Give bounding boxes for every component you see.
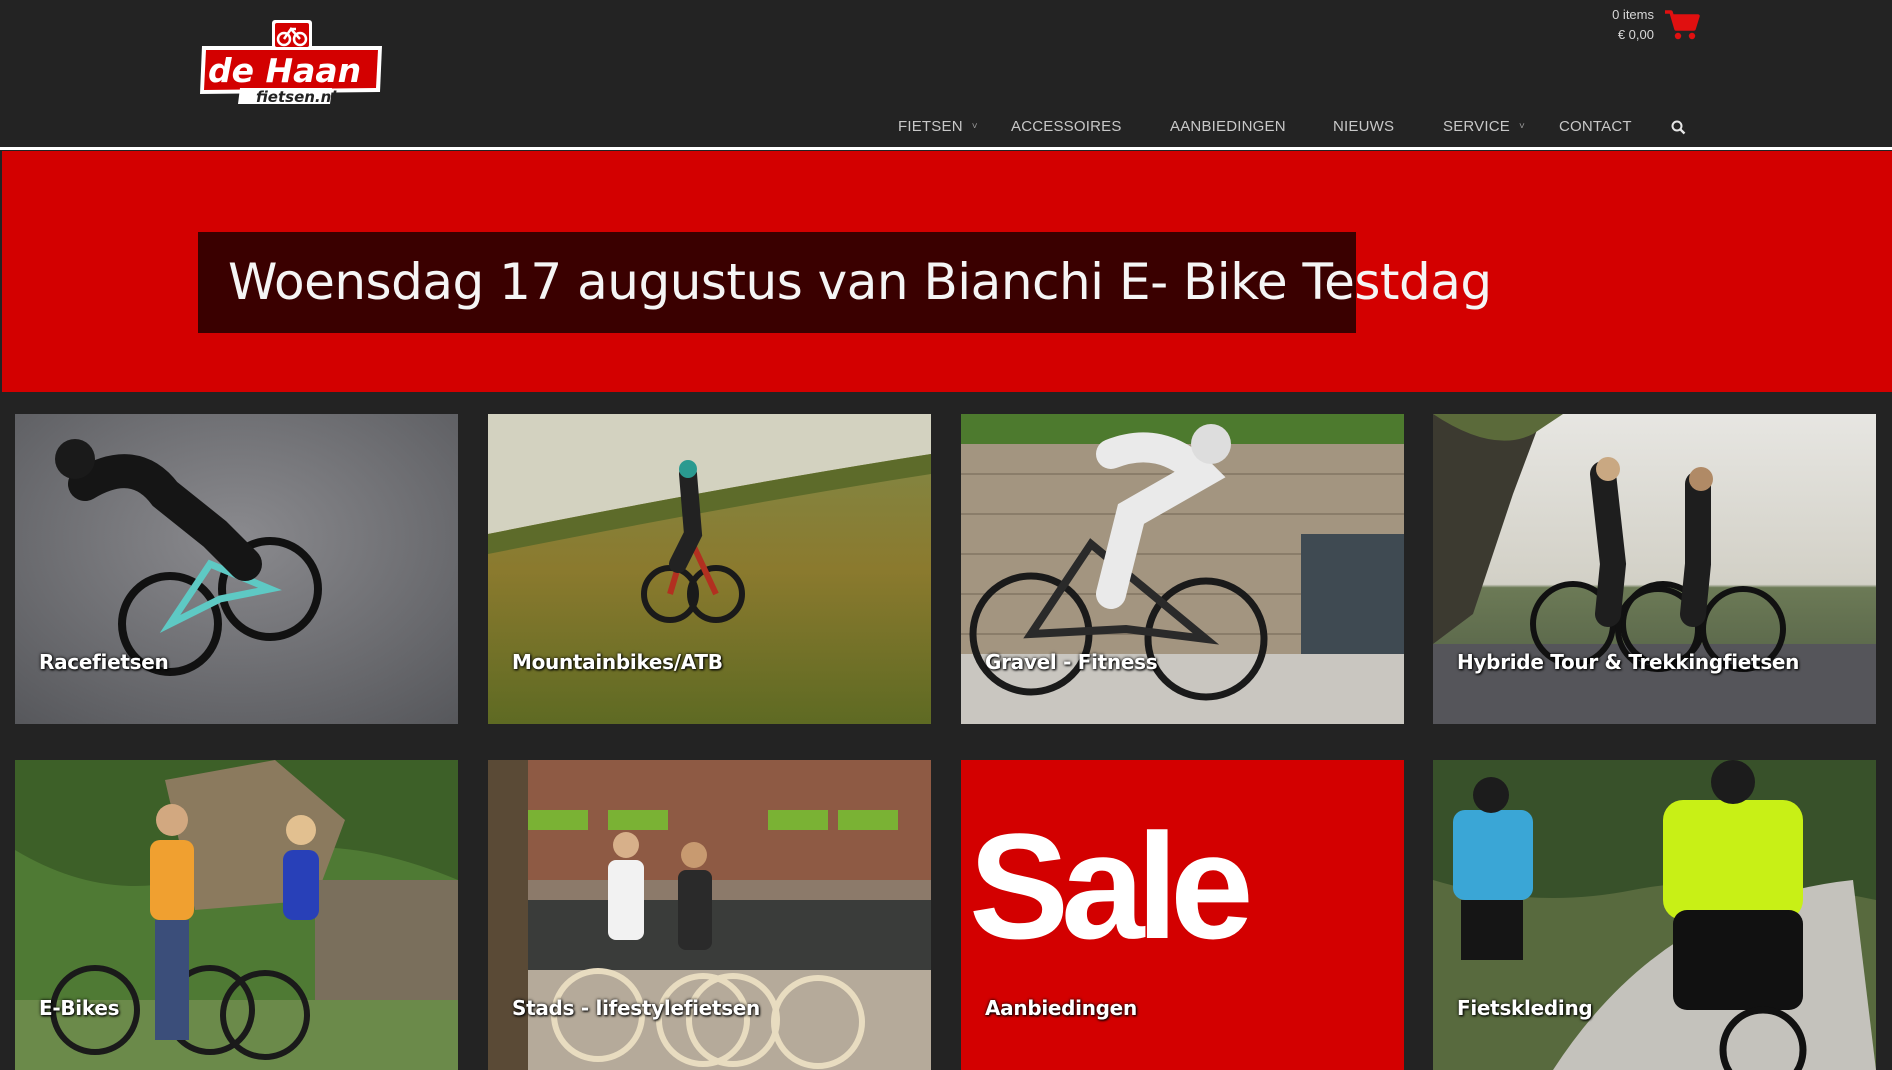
site-logo[interactable]: fietsen.nl de Haan: [196, 20, 386, 106]
nav-aanbiedingen[interactable]: AANBIEDINGEN: [1170, 118, 1286, 135]
hero-title-box[interactable]: Woensdag 17 augustus van Bianchi E- Bike…: [198, 232, 1492, 333]
tile-label: E-Bikes: [39, 996, 120, 1020]
search-icon: [1671, 120, 1686, 135]
gravel-fitness-image: [961, 414, 1404, 724]
category-tile-e-bikes[interactable]: E-Bikes: [15, 760, 458, 1070]
category-tile-aanbiedingen[interactable]: Sale Aanbiedingen: [961, 760, 1404, 1070]
nav-accessoires[interactable]: ACCESSOIRES: [1011, 118, 1122, 135]
hero-title: Woensdag 17 augustus van Bianchi E- Bike…: [228, 253, 1492, 311]
search-button[interactable]: [1661, 114, 1695, 150]
mountainbikes-image: [488, 414, 931, 724]
site-header: fietsen.nl de Haan 0 items € 0,00 FIETSE…: [0, 0, 1892, 150]
logo-graphic: fietsen.nl de Haan: [200, 20, 382, 106]
sale-graphic: Sale: [969, 802, 1254, 970]
main-navigation: FIETSEN ˅ ACCESSOIRES AANBIEDINGEN NIEUWS…: [0, 118, 1892, 138]
category-tile-hybride[interactable]: Hybride Tour & Trekkingfietsen: [1433, 414, 1876, 724]
nav-contact-label: CONTACT: [1559, 118, 1632, 135]
hybride-image: [1433, 414, 1876, 724]
category-tile-mountainbikes[interactable]: Mountainbikes/ATB: [488, 414, 931, 724]
tile-label: Stads - lifestylefietsen: [512, 996, 760, 1020]
tile-label: Mountainbikes/ATB: [512, 650, 723, 674]
e-bikes-image: [15, 760, 458, 1070]
category-tile-stads-lifestyle[interactable]: Stads - lifestylefietsen: [488, 760, 931, 1070]
cart-icon[interactable]: [1664, 9, 1700, 41]
tile-label: Gravel - Fitness: [985, 650, 1158, 674]
chevron-down-icon: ˅: [971, 121, 978, 132]
nav-fietsen-label: FIETSEN: [898, 118, 963, 135]
racefietsen-image: [15, 414, 458, 724]
tile-label: Aanbiedingen: [985, 996, 1137, 1020]
category-tile-racefietsen[interactable]: Racefietsen: [15, 414, 458, 724]
svg-text:de Haan: de Haan: [208, 51, 361, 90]
cart-item-count: 0 items: [1612, 7, 1654, 22]
nav-service-label: SERVICE: [1443, 118, 1510, 135]
cart-total: € 0,00: [1617, 27, 1654, 42]
nav-fietsen[interactable]: FIETSEN ˅: [898, 118, 978, 135]
hero-banner: Woensdag 17 augustus van Bianchi E- Bike…: [0, 151, 1892, 392]
nav-contact[interactable]: CONTACT: [1559, 118, 1632, 135]
nav-service[interactable]: SERVICE ˅: [1443, 118, 1525, 135]
category-tile-fietskleding[interactable]: Fietskleding: [1433, 760, 1876, 1070]
tile-label: Fietskleding: [1457, 996, 1593, 1020]
tile-label: Hybride Tour & Trekkingfietsen: [1457, 650, 1800, 674]
tile-label: Racefietsen: [39, 650, 169, 674]
stads-lifestyle-image: [488, 760, 931, 1070]
nav-nieuws-label: NIEUWS: [1333, 118, 1395, 135]
nav-accessoires-label: ACCESSOIRES: [1011, 118, 1122, 135]
category-tile-gravel-fitness[interactable]: Gravel - Fitness: [961, 414, 1404, 724]
nav-nieuws[interactable]: NIEUWS: [1333, 118, 1394, 135]
mini-cart[interactable]: 0 items € 0,00: [1600, 7, 1700, 47]
fietskleding-image: [1433, 760, 1876, 1070]
chevron-down-icon: ˅: [1518, 121, 1526, 132]
nav-aanbiedingen-label: AANBIEDINGEN: [1170, 118, 1286, 135]
svg-text:fietsen.nl: fietsen.nl: [256, 88, 337, 106]
header-divider: [0, 147, 1892, 150]
